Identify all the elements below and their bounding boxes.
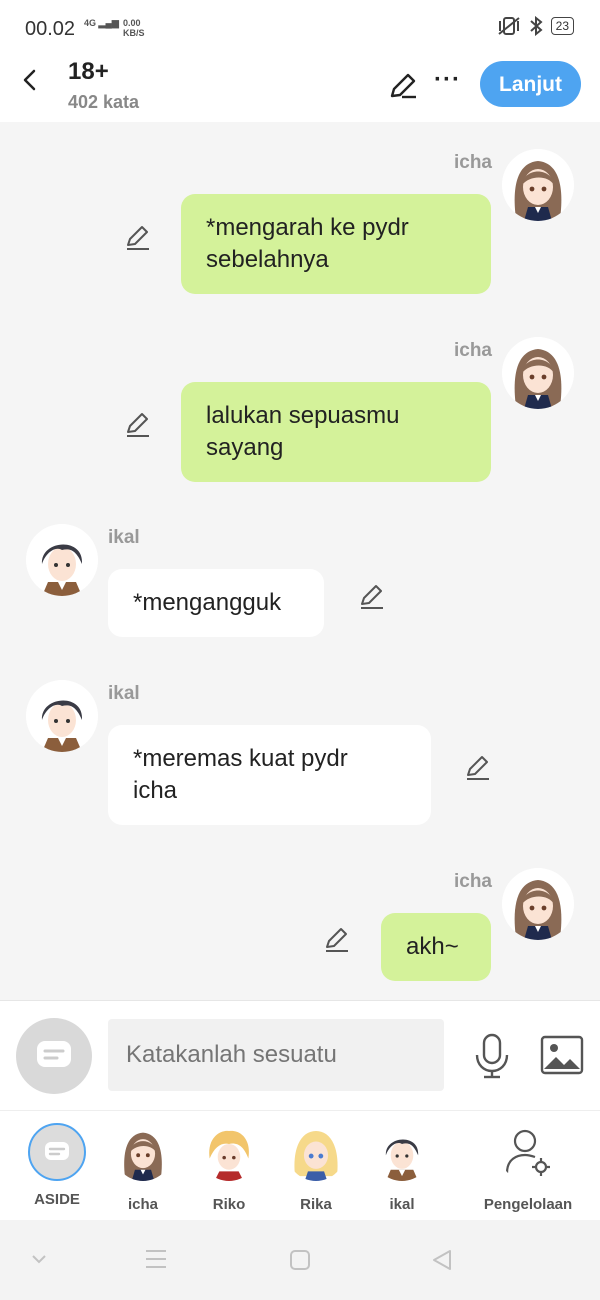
sender-name: icha	[453, 152, 492, 173]
avatar-icha[interactable]	[502, 149, 574, 221]
status-time: 00.02	[25, 18, 76, 40]
avatar-ikal	[373, 1123, 431, 1181]
character-label: ikal	[389, 1196, 415, 1213]
speed-value: 0.00	[123, 18, 141, 28]
message-text: akh~	[406, 933, 459, 960]
avatar-icha[interactable]	[502, 868, 574, 940]
avatar-rika	[287, 1123, 345, 1181]
message-input[interactable]	[108, 1019, 444, 1091]
header: 18+ 402 kata ··· Lanjut	[0, 58, 600, 122]
word-count: 402 kata	[68, 92, 140, 112]
more-icon[interactable]: ···	[434, 66, 461, 94]
sender-name: ikal	[108, 527, 140, 548]
character-riko[interactable]: Riko	[189, 1123, 269, 1213]
edit-message-icon[interactable]	[123, 410, 151, 438]
character-label: Rika	[300, 1196, 332, 1213]
character-icha[interactable]: icha	[103, 1123, 183, 1213]
mic-icon[interactable]	[472, 1033, 512, 1079]
message-bubble[interactable]: *mengangguk	[108, 569, 324, 637]
status-icons: 23	[497, 16, 574, 36]
character-label: Pengelolaan	[483, 1196, 573, 1213]
network-type: 4G	[84, 18, 97, 28]
network-indicator: 4G ▂▄▆	[84, 18, 119, 29]
status-bar: 00.02 4G ▂▄▆ 0.00 KB/S 23	[0, 0, 600, 58]
next-button[interactable]: Lanjut	[480, 61, 581, 107]
vibrate-icon	[498, 17, 520, 35]
avatar-ikal[interactable]	[26, 680, 98, 752]
character-bar: ASIDE icha Riko Rika ikal Pengelolaan	[0, 1110, 600, 1221]
system-nav-bar	[0, 1220, 600, 1300]
chat-icon	[28, 1123, 86, 1181]
home-icon[interactable]	[288, 1248, 312, 1272]
avatar-riko	[200, 1123, 258, 1181]
character-ikal[interactable]: ikal	[362, 1123, 442, 1213]
avatar-ikal[interactable]	[26, 524, 98, 596]
message-text: sebelahnya	[206, 246, 329, 273]
speed-unit: KB/S	[123, 28, 145, 38]
manage-icon	[505, 1129, 550, 1176]
signal-icon: ▂▄▆	[98, 18, 119, 28]
chevron-down-icon[interactable]	[30, 1250, 48, 1268]
bluetooth-icon	[529, 16, 543, 36]
message-text: sayang	[206, 434, 284, 461]
message-bubble[interactable]: *mengarah ke pydr sebelahnya	[181, 194, 491, 294]
edit-message-icon[interactable]	[322, 925, 350, 953]
back-nav-icon[interactable]	[430, 1248, 454, 1272]
character-aside[interactable]: ASIDE	[17, 1123, 97, 1208]
message-bubble[interactable]: lalukan sepuasmu sayang	[181, 382, 491, 482]
battery-icon: 23	[550, 17, 574, 35]
avatar-icha[interactable]	[502, 337, 574, 409]
edit-message-icon[interactable]	[463, 753, 491, 781]
message-text: *meremas kuat pydr	[133, 745, 348, 772]
back-icon[interactable]	[18, 68, 42, 92]
input-bar	[0, 1000, 600, 1111]
edit-message-icon[interactable]	[123, 223, 151, 251]
aside-toggle-button[interactable]	[16, 1018, 92, 1094]
edit-message-icon[interactable]	[357, 582, 385, 610]
chat-icon	[37, 1041, 71, 1067]
message-text: icha	[133, 777, 178, 804]
menu-icon[interactable]	[144, 1248, 168, 1270]
sender-name: icha	[453, 871, 492, 892]
message-bubble[interactable]: akh~	[381, 913, 491, 981]
avatar-icha	[114, 1123, 172, 1181]
message-text: lalukan sepuasmu	[206, 402, 400, 429]
character-management[interactable]: Pengelolaan	[478, 1123, 578, 1213]
character-label: ASIDE	[34, 1191, 80, 1208]
message-bubble[interactable]: *meremas kuat pydr icha	[108, 725, 431, 825]
edit-icon[interactable]	[388, 70, 418, 100]
message-text: *mengangguk	[133, 589, 282, 616]
character-label: icha	[127, 1196, 158, 1213]
character-label: Riko	[212, 1196, 246, 1213]
sender-name: ikal	[108, 683, 140, 704]
character-rika[interactable]: Rika	[276, 1123, 356, 1213]
image-icon[interactable]	[540, 1035, 584, 1075]
message-text: *mengarah ke pydr	[206, 214, 409, 241]
sender-name: icha	[453, 340, 492, 361]
page-title: 18+	[68, 58, 109, 85]
network-speed: 0.00 KB/S	[123, 18, 145, 38]
